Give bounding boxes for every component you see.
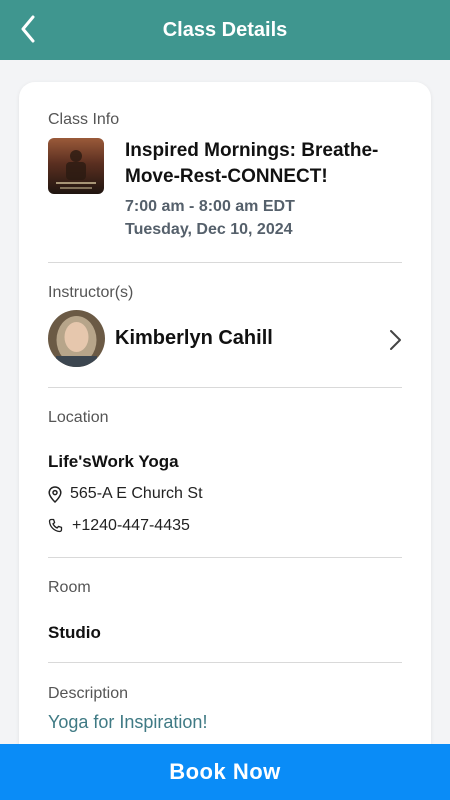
description-label: Description [48, 685, 129, 702]
book-now-button[interactable]: Book Now [0, 744, 450, 800]
chevron-right-icon [390, 330, 401, 350]
map-pin-icon [48, 485, 62, 503]
address-row[interactable]: 565-A E Church St [48, 485, 203, 503]
divider [48, 262, 402, 263]
phone-row[interactable]: +1240-447-4435 [48, 517, 190, 535]
room-value: Studio [48, 623, 101, 642]
instructor-avatar [48, 310, 105, 367]
phone-text: +1240-447-4435 [72, 517, 190, 534]
class-name: Inspired Mornings: Breathe-Move-Rest-CON… [125, 140, 379, 187]
chevron-left-icon [21, 15, 35, 43]
class-details-card: Class Info Inspired Mornings: Breathe-Mo… [19, 82, 431, 762]
page-title: Class Details [162, 18, 288, 41]
instructor-label: Instructor(s) [48, 284, 134, 301]
divider [48, 557, 402, 558]
phone-icon [48, 518, 63, 533]
description-text: Yoga for Inspiration! [48, 712, 208, 732]
class-thumbnail [48, 138, 104, 194]
divider [48, 662, 402, 663]
class-time: 7:00 am - 8:00 am EDT [125, 198, 295, 215]
class-info-label: Class Info [48, 111, 120, 128]
header-bar: Class Details [0, 0, 450, 60]
address-text: 565-A E Church St [70, 485, 203, 502]
room-label: Room [48, 579, 91, 596]
location-label: Location [48, 409, 109, 426]
location-name: Life'sWork Yoga [48, 452, 179, 471]
class-date: Tuesday, Dec 10, 2024 [125, 221, 293, 238]
divider [48, 387, 402, 388]
instructor-detail-button[interactable] [385, 328, 405, 352]
instructor-name[interactable]: Kimberlyn Cahill [115, 327, 273, 350]
back-button[interactable] [14, 12, 42, 46]
